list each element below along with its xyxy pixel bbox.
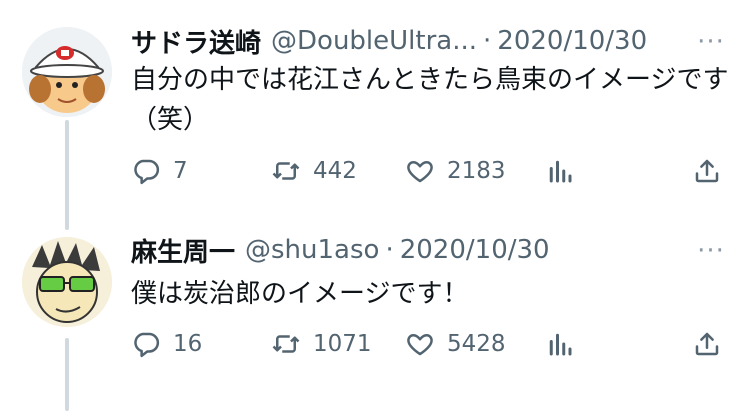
retweet-count: 442 [313, 158, 357, 184]
reply-button[interactable]: 16 [131, 324, 202, 364]
reply-icon [134, 159, 160, 185]
avatar-image [22, 237, 112, 327]
tweet-actions: 7 442 2183 [0, 151, 750, 191]
views-button[interactable] [545, 324, 575, 364]
tweet-1[interactable]: サドラ送崎 @DoubleUltra... · 2020/10/30 ··· 自… [0, 0, 750, 215]
heart-icon [407, 161, 433, 183]
views-button[interactable] [545, 151, 575, 191]
more-icon[interactable]: ··· [694, 27, 728, 57]
display-name[interactable]: サドラ送崎 [131, 23, 261, 60]
share-icon [695, 332, 719, 356]
retweet-count: 1071 [313, 331, 372, 357]
tweet-header: 麻生周一 @shu1aso · 2020/10/30 [131, 232, 550, 268]
separator-dot: · [385, 235, 394, 265]
like-count: 5428 [447, 331, 506, 357]
like-button[interactable]: 2183 [405, 151, 506, 191]
retweet-icon [272, 335, 300, 353]
tweet-2[interactable]: 麻生周一 @shu1aso · 2020/10/30 ··· 僕は炭治郎のイメー… [0, 215, 750, 411]
views-chart-icon [549, 333, 572, 356]
retweet-icon [272, 162, 300, 180]
separator-dot: · [483, 26, 492, 56]
share-button[interactable] [692, 151, 722, 191]
tweet-text: 自分の中では花江さんときたら鳥束のイメージです（笑） [131, 65, 729, 135]
tweet-actions: 16 1071 5428 [0, 324, 750, 364]
retweet-button[interactable]: 442 [271, 151, 357, 191]
like-button[interactable]: 5428 [405, 324, 506, 364]
avatar-aso[interactable] [22, 237, 112, 327]
reply-count: 7 [173, 158, 188, 184]
tweet-text: 僕は炭治郎のイメージです！ [131, 279, 469, 309]
tweet-date[interactable]: 2020/10/30 [497, 26, 647, 56]
views-chart-icon [549, 160, 572, 183]
avatar-image [22, 27, 112, 117]
share-icon [695, 159, 719, 183]
more-icon[interactable]: ··· [694, 236, 728, 266]
tweet-date[interactable]: 2020/10/30 [400, 235, 550, 265]
reply-icon [134, 332, 160, 358]
share-button[interactable] [692, 324, 722, 364]
user-handle[interactable]: @shu1aso [245, 235, 379, 265]
display-name[interactable]: 麻生周一 [131, 232, 235, 269]
heart-icon [407, 334, 433, 356]
tweet-header: サドラ送崎 @DoubleUltra... · 2020/10/30 [131, 23, 647, 59]
user-handle[interactable]: @DoubleUltra... [271, 26, 477, 56]
reply-button[interactable]: 7 [131, 151, 188, 191]
avatar-sadora[interactable] [22, 27, 112, 117]
retweet-button[interactable]: 1071 [271, 324, 372, 364]
reply-count: 16 [173, 331, 203, 357]
like-count: 2183 [447, 158, 506, 184]
